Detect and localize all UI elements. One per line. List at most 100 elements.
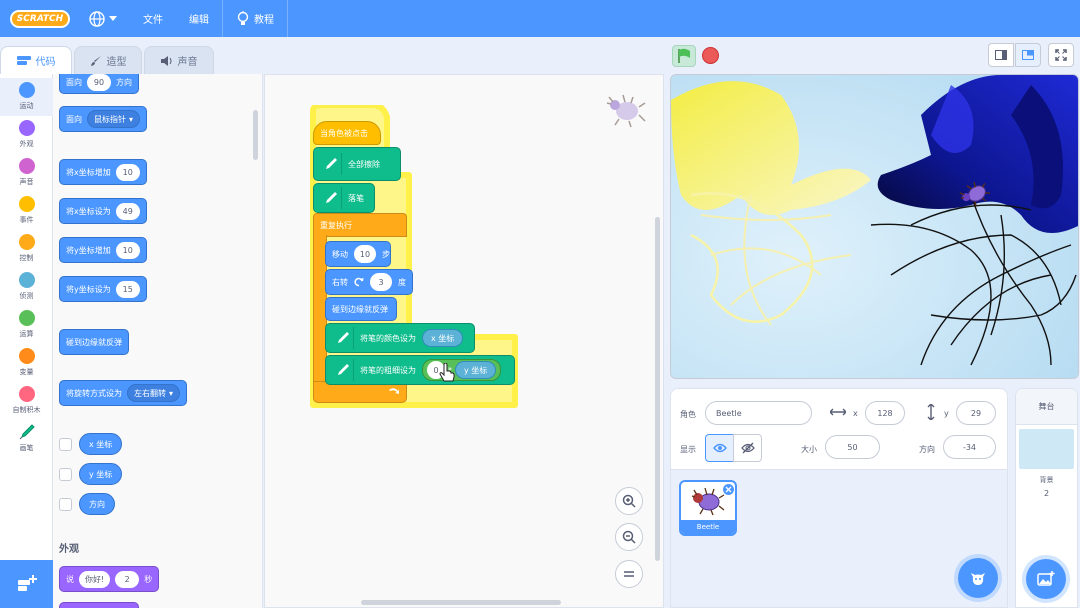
set-y-block[interactable]: 将y坐标设为 15 bbox=[59, 276, 147, 302]
scratch-logo[interactable]: SCRATCH bbox=[10, 9, 70, 28]
x-position-reporter[interactable]: x 坐标 bbox=[422, 329, 464, 347]
chevron-down-icon: ▾ bbox=[169, 388, 174, 398]
dropdown-value: 左右翻转 bbox=[134, 388, 166, 398]
category-variables[interactable]: 变量 bbox=[0, 344, 53, 382]
looks-block-partial[interactable] bbox=[59, 602, 139, 608]
tutorials-menu[interactable]: 教程 bbox=[223, 0, 287, 37]
pen-down-block[interactable]: 落笔 bbox=[313, 183, 375, 213]
hide-sprite-button[interactable] bbox=[733, 434, 762, 462]
block-text: 将y坐标增加 bbox=[66, 245, 111, 255]
point-towards-dropdown[interactable]: 鼠标指针 ▾ bbox=[87, 110, 141, 128]
category-label: 自制积木 bbox=[12, 406, 41, 414]
pen-icon bbox=[320, 187, 342, 209]
file-menu[interactable]: 文件 bbox=[130, 0, 176, 37]
stop-button[interactable] bbox=[702, 47, 719, 64]
zoom-reset-button[interactable] bbox=[615, 560, 643, 588]
tab-code[interactable]: 代码 bbox=[0, 46, 72, 74]
category-operators[interactable]: 运算 bbox=[0, 306, 53, 344]
normal-stage-button[interactable] bbox=[1015, 43, 1041, 67]
category-sound[interactable]: 声音 bbox=[0, 154, 53, 192]
move-steps-block[interactable]: 移动 10 步 bbox=[325, 241, 391, 267]
fullscreen-button[interactable] bbox=[1048, 43, 1074, 67]
set-x-block[interactable]: 将x坐标设为 49 bbox=[59, 198, 147, 224]
choose-sprite-button[interactable] bbox=[958, 558, 998, 598]
direction-checkbox[interactable] bbox=[59, 498, 72, 511]
zoom-out-button[interactable] bbox=[615, 523, 643, 551]
category-sensing[interactable]: 侦测 bbox=[0, 268, 53, 306]
say-message-input[interactable]: 你好! bbox=[79, 570, 111, 588]
bounce-block[interactable]: 碰到边缘就反弹 bbox=[59, 329, 129, 355]
block-text: 方向 bbox=[116, 77, 132, 87]
y-label: y bbox=[944, 409, 949, 418]
rotation-style-dropdown[interactable]: 左右翻转 ▾ bbox=[127, 384, 181, 402]
vertical-arrows-icon bbox=[927, 404, 935, 420]
add-extension-button[interactable] bbox=[0, 560, 53, 608]
category-looks[interactable]: 外观 bbox=[0, 116, 53, 154]
turn-degrees-input[interactable]: 3 bbox=[370, 273, 392, 291]
operators-dot-icon bbox=[18, 310, 35, 326]
set-x-input[interactable]: 49 bbox=[115, 202, 140, 220]
direction-reporter[interactable]: 方向 bbox=[79, 493, 115, 515]
x-position-input[interactable]: 128 bbox=[865, 401, 905, 425]
tab-sounds[interactable]: 声音 bbox=[144, 46, 214, 74]
point-in-direction-block[interactable]: 面向 90 方向 bbox=[59, 74, 139, 94]
sound-dot-icon bbox=[18, 158, 35, 174]
change-y-block[interactable]: 将y坐标增加 10 bbox=[59, 237, 147, 263]
zoom-in-button[interactable] bbox=[615, 487, 643, 515]
point-towards-block[interactable]: 面向 鼠标指针 ▾ bbox=[59, 106, 148, 132]
x-position-reporter[interactable]: x 坐标 bbox=[79, 433, 123, 455]
change-x-block[interactable]: 将x坐标增加 10 bbox=[59, 159, 147, 185]
stage-selector-panel[interactable]: 舞台 背景 2 bbox=[1015, 388, 1078, 608]
close-icon bbox=[725, 486, 732, 493]
y-position-checkbox[interactable] bbox=[59, 468, 72, 481]
small-stage-button[interactable] bbox=[988, 43, 1014, 67]
category-pen[interactable]: 画笔 bbox=[0, 420, 53, 458]
direction-input[interactable]: 90 bbox=[87, 74, 111, 91]
edit-menu[interactable]: 编辑 bbox=[176, 0, 222, 37]
size-input[interactable]: 50 bbox=[825, 435, 880, 459]
move-steps-input[interactable]: 10 bbox=[354, 245, 376, 263]
sprite-name-input[interactable]: Beetle bbox=[705, 401, 812, 425]
forever-block[interactable]: 重复执行 bbox=[313, 213, 407, 237]
sprite-label: 角色 bbox=[680, 410, 696, 419]
turn-right-block[interactable]: 右转 3 度 bbox=[325, 269, 413, 295]
backdrop-label: 背景 bbox=[1039, 476, 1054, 484]
y-position-reporter[interactable]: y 坐标 bbox=[455, 361, 497, 379]
green-flag-button[interactable] bbox=[672, 45, 696, 67]
when-sprite-clicked-hat[interactable]: 当角色被点击 bbox=[313, 121, 381, 145]
delete-sprite-button[interactable] bbox=[722, 483, 735, 496]
block-text: 步 bbox=[382, 249, 390, 259]
language-menu[interactable] bbox=[76, 0, 130, 37]
set-pen-size-block[interactable]: 将笔的粗细设为 0 * y 坐标 bbox=[325, 355, 515, 385]
palette-scrollbar[interactable] bbox=[253, 110, 258, 160]
say-seconds-input[interactable]: 2 bbox=[115, 570, 140, 588]
stage-thumbnail[interactable] bbox=[1019, 429, 1074, 469]
block-text: 将y坐标设为 bbox=[66, 284, 111, 294]
choose-backdrop-button[interactable] bbox=[1026, 559, 1066, 599]
code-horizontal-scrollbar[interactable] bbox=[361, 600, 561, 605]
dropdown-value: 鼠标指针 bbox=[94, 114, 126, 124]
category-motion[interactable]: 运动 bbox=[0, 78, 53, 116]
show-sprite-button[interactable] bbox=[705, 434, 734, 462]
direction-input[interactable]: -34 bbox=[943, 435, 996, 459]
category-events[interactable]: 事件 bbox=[0, 192, 53, 230]
say-for-secs-block[interactable]: 说 你好! 2 秒 bbox=[59, 566, 160, 592]
category-label: 画笔 bbox=[19, 444, 34, 452]
stage-canvas[interactable] bbox=[670, 74, 1079, 379]
category-my-blocks[interactable]: 自制积木 bbox=[0, 382, 53, 420]
x-position-checkbox[interactable] bbox=[59, 438, 72, 451]
y-position-input[interactable]: 29 bbox=[956, 401, 996, 425]
tab-costumes[interactable]: 造型 bbox=[74, 46, 142, 74]
rotation-style-block[interactable]: 将旋转方式设为 左右翻转 ▾ bbox=[59, 380, 188, 406]
set-pen-color-block[interactable]: 将笔的颜色设为 x 坐标 bbox=[325, 323, 475, 353]
erase-all-block[interactable]: 全部擦除 bbox=[313, 147, 401, 181]
change-x-input[interactable]: 10 bbox=[115, 163, 140, 181]
category-control[interactable]: 控制 bbox=[0, 230, 53, 268]
multiply-operator-block[interactable]: 0 * y 坐标 bbox=[422, 359, 502, 381]
bounce-on-edge-block[interactable]: 碰到边缘就反弹 bbox=[325, 297, 397, 321]
y-position-reporter[interactable]: y 坐标 bbox=[79, 463, 123, 485]
code-vertical-scrollbar[interactable] bbox=[655, 217, 660, 561]
change-y-input[interactable]: 10 bbox=[115, 241, 140, 259]
set-y-input[interactable]: 15 bbox=[115, 280, 140, 298]
cat-add-icon bbox=[971, 573, 985, 585]
